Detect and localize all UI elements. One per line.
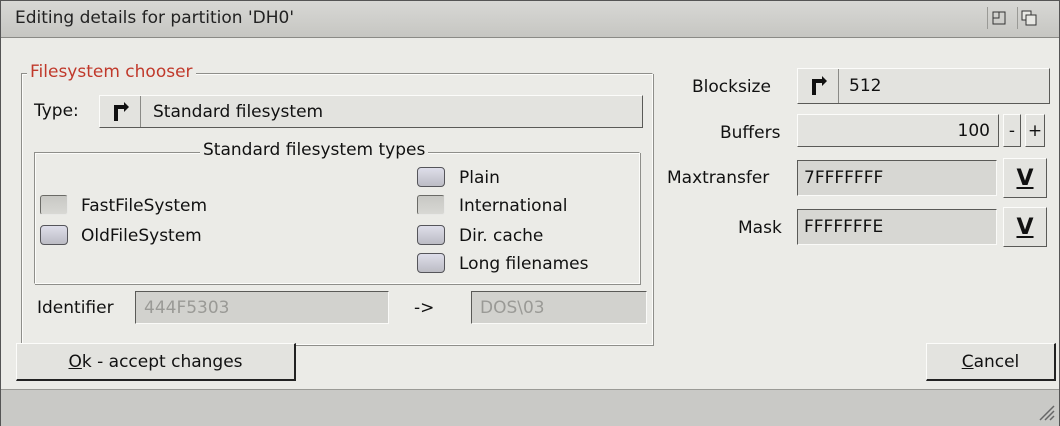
oldfilesystem-label: OldFileSystem [81,226,202,246]
identifier-field: 444F5303 [135,291,389,324]
mask-label: Mask [738,218,782,238]
cycle-icon [798,69,839,103]
mask-value: FFFFFFFE [804,217,884,237]
plain-label: Plain [459,168,500,188]
mask-input[interactable]: FFFFFFFE [797,209,997,245]
blocksize-value: 512 [849,76,882,96]
blocksize-label: Blocksize [692,77,771,97]
resize-grip-icon[interactable] [1037,403,1055,421]
fastfilesystem-checkbox[interactable] [40,195,68,215]
depth-icon[interactable] [1017,7,1040,29]
blocksize-cycle-gadget[interactable]: 512 [797,68,1050,104]
zoom-icon[interactable] [987,7,1010,29]
cancel-button[interactable]: Cancel [926,343,1056,381]
maxtransfer-input[interactable]: 7FFFFFFF [797,160,997,196]
long-filenames-label: Long filenames [459,254,589,274]
window-footer [1,389,1059,426]
plain-checkbox[interactable] [417,167,445,187]
fs-types-title: Standard filesystem types [200,140,429,160]
international-checkbox[interactable] [417,195,445,215]
buffers-label: Buffers [720,123,781,143]
cycle-icon [100,96,141,127]
buffers-increment-button[interactable]: + [1025,114,1045,147]
identifier-label: Identifier [37,298,114,318]
type-label: Type: [34,101,79,121]
partition-editor-window: Editing details for partition 'DH0' File… [0,0,1060,426]
oldfilesystem-checkbox[interactable] [40,225,68,245]
buffers-decrement-button[interactable]: - [1003,114,1021,147]
window-title: Editing details for partition 'DH0' [15,8,295,28]
maxtransfer-label: Maxtransfer [667,168,770,188]
type-cycle-gadget[interactable]: Standard filesystem [99,95,643,128]
minus-label: - [1008,120,1016,141]
ok-button-label: Ok - accept changes [68,351,243,372]
maxtransfer-popup-button[interactable]: V [1003,158,1047,198]
buffers-value: 100 [957,121,990,141]
filesystem-chooser-title: Filesystem chooser [27,62,196,82]
fastfilesystem-label: FastFileSystem [81,196,207,216]
dir-cache-label: Dir. cache [459,226,544,246]
identifier-value: 444F5303 [144,298,230,318]
title-bar[interactable]: Editing details for partition 'DH0' [1,1,1059,38]
dir-cache-checkbox[interactable] [417,225,445,245]
mask-popup-button[interactable]: V [1003,207,1047,247]
cancel-button-label: Cancel [961,351,1020,372]
maxtransfer-value: 7FFFFFFF [804,168,884,188]
ok-accept-changes-button[interactable]: Ok - accept changes [16,343,296,381]
long-filenames-checkbox[interactable] [417,253,445,273]
v-icon: V [1016,214,1034,240]
buffers-field[interactable]: 100 [797,114,999,147]
international-label: International [459,196,568,216]
dos-type-field: DOS\03 [471,291,647,324]
v-icon: V [1016,165,1034,191]
identifier-arrow: -> [414,298,435,318]
plus-label: + [1027,120,1043,141]
type-value: Standard filesystem [153,101,324,122]
dos-type-value: DOS\03 [480,298,545,318]
